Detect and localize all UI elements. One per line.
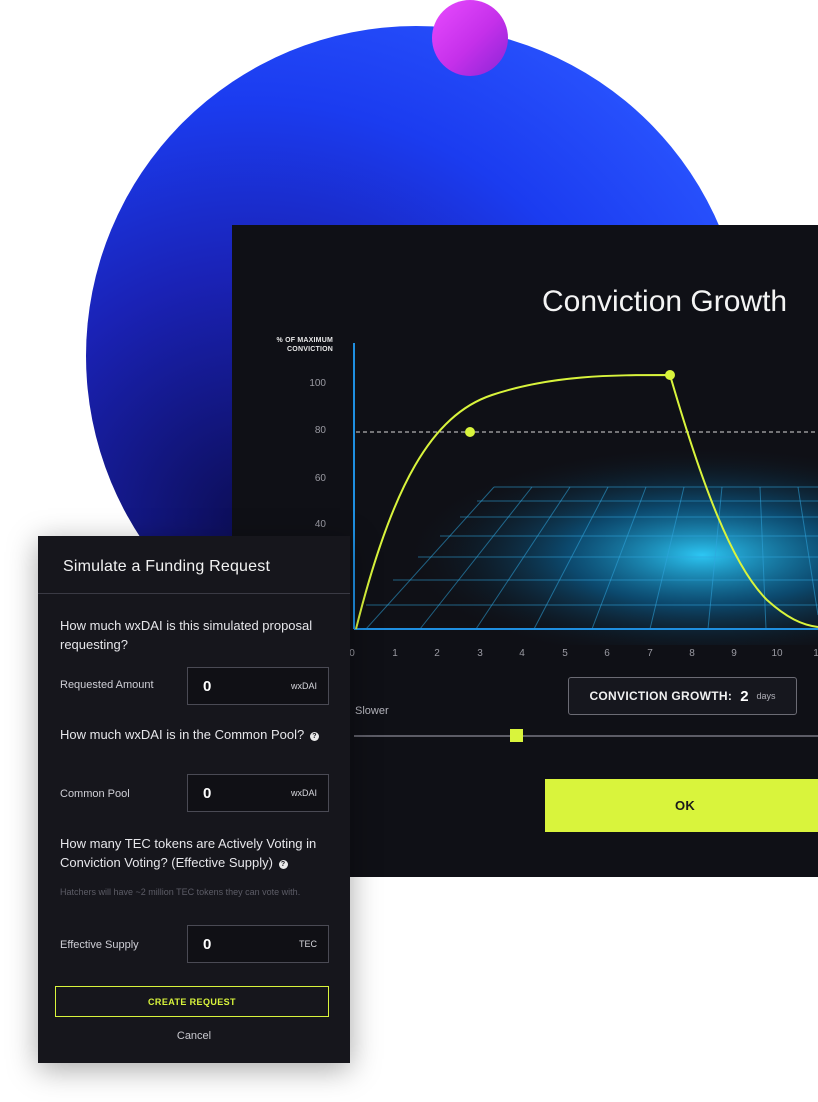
x-tick-label: 3 xyxy=(477,648,483,659)
growth-slider-thumb[interactable] xyxy=(510,729,523,742)
requested-amount-field[interactable]: 0 wxDAI xyxy=(187,667,329,705)
field-unit: TEC xyxy=(299,939,317,949)
decorative-small-circle xyxy=(432,0,508,76)
hatchers-hint: Hatchers will have ~2 million TEC tokens… xyxy=(60,887,301,897)
floor-glow xyxy=(402,445,818,645)
ok-button[interactable]: OK xyxy=(545,779,818,832)
funding-request-form: Simulate a Funding Request How much wxDA… xyxy=(38,536,350,1063)
x-tick-label: 4 xyxy=(519,648,525,659)
x-tick-label: 6 xyxy=(604,648,610,659)
x-tick-label: 10 xyxy=(771,648,783,659)
field-value: 0 xyxy=(203,784,212,802)
growth-label: CONVICTION GROWTH: xyxy=(589,689,733,703)
peak-point xyxy=(665,370,675,380)
cancel-button[interactable]: Cancel xyxy=(38,1030,350,1042)
growth-slider-track[interactable] xyxy=(354,735,818,737)
question-effective-supply: How many TEC tokens are Actively Voting … xyxy=(60,836,317,870)
x-tick-label: 1 xyxy=(813,648,818,659)
question-requested-amount: How much wxDAI is this simulated proposa… xyxy=(60,618,313,652)
growth-value: 2 xyxy=(740,687,749,705)
conviction-growth-display: CONVICTION GROWTH: 2 days xyxy=(568,677,797,715)
common-pool-label: Common Pool xyxy=(60,788,130,800)
help-icon[interactable]: ? xyxy=(278,860,288,869)
x-tick-label: 9 xyxy=(731,648,737,659)
help-icon[interactable]: ? xyxy=(309,732,319,741)
requested-amount-label: Requested Amount xyxy=(60,679,154,691)
effective-supply-field[interactable]: 0 TEC xyxy=(187,925,329,963)
form-divider xyxy=(38,593,350,594)
effective-supply-label: Effective Supply xyxy=(60,939,139,951)
field-value: 0 xyxy=(203,935,212,953)
field-unit: wxDAI xyxy=(290,681,317,691)
x-tick-label: 5 xyxy=(562,648,568,659)
field-value: 0 xyxy=(203,677,212,695)
common-pool-field[interactable]: 0 wxDAI xyxy=(187,774,329,812)
x-tick-label: 7 xyxy=(647,648,653,659)
x-tick-label: 8 xyxy=(689,648,695,659)
x-tick-label: 2 xyxy=(434,648,440,659)
question-common-pool: How much wxDAI is in the Common Pool? ? xyxy=(60,725,330,744)
growth-unit: days xyxy=(756,691,776,701)
create-request-button[interactable]: CREATE REQUEST xyxy=(55,986,329,1017)
field-unit: wxDAI xyxy=(290,788,317,798)
threshold-point xyxy=(465,427,475,437)
x-tick-label: 1 xyxy=(392,648,398,659)
form-title: Simulate a Funding Request xyxy=(63,558,271,575)
slider-slower-label: Slower xyxy=(355,705,389,717)
x-tick-label: 0 xyxy=(349,648,355,659)
